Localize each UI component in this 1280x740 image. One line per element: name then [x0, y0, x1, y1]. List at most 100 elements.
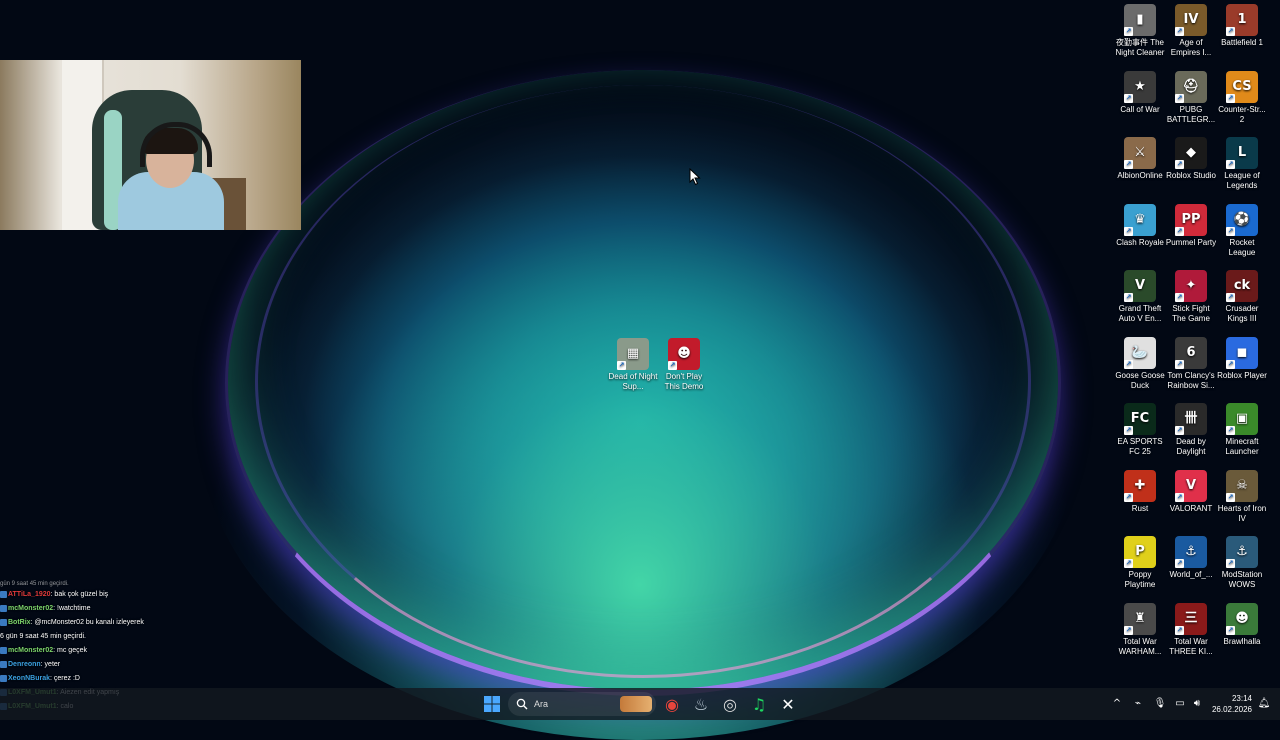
desktop-icon[interactable]: 卌 ↗ Dead by Daylight [1165, 403, 1217, 457]
chat-username: ATTiLa_1920 [8, 591, 51, 598]
chat-message: BotRix: @mcMonster02 bu kanalı izleyerek [0, 616, 300, 630]
shortcut-arrow-icon: ↗ [1226, 293, 1235, 302]
app-icon: V ↗ [1175, 469, 1207, 502]
app-icon: ck ↗ [1226, 270, 1258, 302]
search-highlight-art [620, 696, 652, 712]
desktop-icon-label: Crusader Kings III [1225, 304, 1259, 323]
display-icon[interactable]: ▭ [1173, 697, 1187, 711]
search-icon [516, 698, 528, 710]
app-icon: 6 ↗ [1175, 336, 1207, 369]
desktop-icon[interactable]: ⚓ ↗ World_of_... [1165, 536, 1217, 580]
chat-text: 6 gün 9 saat 45 min geçirdi. [0, 633, 86, 640]
spotify-taskbar-button[interactable]: ♫ [747, 692, 771, 716]
app-icon: ◆ ↗ [1175, 137, 1207, 169]
shortcut-arrow-icon: ↗ [1124, 27, 1133, 36]
desktop-icon[interactable]: ck ↗ Crusader Kings III [1216, 270, 1268, 324]
desktop-icon-label: Roblox Studio [1166, 171, 1216, 180]
desktop-icon[interactable]: ✦ ↗ Stick Fight The Game [1165, 270, 1217, 324]
shortcut-arrow-icon: ↗ [1226, 359, 1235, 369]
app-icon: ☻ ↗ [668, 338, 700, 370]
desktop-icon[interactable]: ⚓ ↗ ModStation WOWS [1216, 536, 1268, 590]
taskbar-clock[interactable]: 23:14 26.02.2026 [1206, 693, 1252, 715]
notification-icon[interactable]: 🔔︎ [1257, 697, 1271, 711]
chat-text: : mc geçek [53, 647, 87, 654]
taskbar-search[interactable]: Ara [508, 692, 656, 716]
desktop-icon[interactable]: ◼ ↗ Roblox Player [1216, 336, 1268, 381]
desktop-icon[interactable]: 三 ↗ Total War THREE KI... [1165, 602, 1217, 657]
desktop-icon[interactable]: ★ ↗ Call of War [1114, 70, 1166, 115]
shortcut-arrow-icon: ↗ [1124, 359, 1133, 369]
desktop-icon[interactable]: ⛑ ↗ PUBG BATTLEGR... [1165, 70, 1217, 125]
chat-message: 6 gün 9 saat 45 min geçirdi. [0, 630, 300, 644]
app-icon: 三 ↗ [1175, 602, 1207, 635]
chat-badge-icon [0, 604, 7, 612]
shortcut-arrow-icon: ↗ [1175, 559, 1184, 568]
desktop-icon[interactable]: FC ↗ EA SPORTS FC 25 [1114, 403, 1166, 457]
capcut-taskbar-button[interactable]: ✕ [776, 692, 800, 716]
tray-overflow-chevron-icon[interactable]: ^ [1110, 697, 1124, 711]
desktop-icon[interactable]: IV ↗ Age of Empires I... [1165, 4, 1217, 58]
chat-username: mcMonster02 [8, 605, 54, 612]
shortcut-arrow-icon: ↗ [1175, 93, 1184, 103]
desktop-icon[interactable]: ◆ ↗ Roblox Studio [1165, 137, 1217, 181]
desktop-icon[interactable]: ⚽ ↗ Rocket League [1216, 203, 1268, 258]
steam-taskbar-button[interactable]: ♨ [689, 692, 713, 716]
desktop-icon[interactable]: L ↗ League of Legends [1216, 137, 1268, 191]
desktop-icon[interactable]: ♜ ↗ Total War WARHAM... [1114, 602, 1166, 657]
valorant-tracker-taskbar-button[interactable]: ◎ [718, 692, 742, 716]
shortcut-arrow-icon: ↗ [1226, 625, 1235, 635]
desktop-icon-label: Brawlhalla [1223, 636, 1261, 646]
app-icon: ♜ ↗ [1124, 602, 1156, 635]
shortcut-arrow-icon: ↗ [1124, 492, 1133, 502]
desktop-icon-label: Tom Clancy's Rainbow Si... [1167, 370, 1215, 390]
desktop-icon[interactable]: ☻ ↗ Don't Play This Demo [658, 338, 710, 392]
chat-badge-icon [0, 618, 7, 626]
chat-text: : bak çok güzel biş [50, 591, 109, 598]
volume-icon[interactable]: 🔊︎ [1190, 697, 1204, 711]
shortcut-arrow-icon: ↗ [1226, 93, 1235, 103]
shortcut-arrow-icon: ↗ [1124, 559, 1133, 568]
desktop-icon[interactable]: ✚ ↗ Rust [1114, 469, 1166, 514]
chrome-taskbar-button[interactable]: ◉ [660, 692, 684, 716]
desktop-icon[interactable]: ▮ ↗ 夜勤事件 The Night Cleaner [1114, 4, 1166, 58]
desktop-icon-label: Call of War [1120, 104, 1160, 114]
desktop-icon[interactable]: 🦢 ↗ Goose Goose Duck [1114, 336, 1166, 391]
desktop-icon-label: ModStation WOWS [1221, 570, 1263, 589]
desktop-icon-label: Age of Empires I... [1170, 38, 1212, 57]
chat-message: mcMonster02: !watchtime [0, 602, 300, 616]
desktop-icon[interactable]: ▣ ↗ Minecraft Launcher [1216, 403, 1268, 457]
desktop-icon[interactable]: ♛ ↗ Clash Royale [1114, 203, 1166, 248]
desktop-icon-label: EA SPORTS FC 25 [1117, 437, 1163, 456]
app-icon: ▣ ↗ [1226, 403, 1258, 435]
chat-message: ATTiLa_1920: bak çok güzel biş [0, 588, 300, 602]
desktop-icon[interactable]: PP ↗ Pummel Party [1165, 203, 1217, 248]
desktop-icon[interactable]: ☠ ↗ Hearts of Iron IV [1216, 469, 1268, 524]
desktop-icon-label: PUBG BATTLEGR... [1166, 104, 1216, 124]
shortcut-arrow-icon: ↗ [1124, 160, 1133, 169]
network-icon[interactable]: ⌁ [1131, 697, 1145, 711]
desktop-icon-label: Roblox Player [1217, 370, 1267, 380]
desktop-icon[interactable]: P ↗ Poppy Playtime [1114, 536, 1166, 590]
desktop-icon[interactable]: V ↗ Grand Theft Auto V En... [1114, 270, 1166, 324]
start-button[interactable] [480, 692, 504, 716]
desktop-icon[interactable]: V ↗ VALORANT [1165, 469, 1217, 514]
shortcut-arrow-icon: ↗ [1175, 625, 1184, 635]
desktop-icon-label: World_of_... [1169, 570, 1213, 579]
desktop-icon[interactable]: ▦ ↗ Dead of Night Sup... [607, 338, 659, 392]
shortcut-arrow-icon: ↗ [1175, 293, 1184, 302]
shortcut-arrow-icon: ↗ [1226, 559, 1235, 568]
desktop-icon-label: 夜勤事件 The Night Cleaner [1115, 38, 1165, 57]
desktop-icon[interactable]: ☻ ↗ Brawlhalla [1216, 602, 1268, 647]
chat-username: BotRix [8, 619, 31, 626]
app-icon: ⚓ ↗ [1175, 536, 1207, 568]
desktop-icon[interactable]: CS ↗ Counter-Str... 2 [1216, 70, 1268, 125]
desktop-icon[interactable]: 6 ↗ Tom Clancy's Rainbow Si... [1165, 336, 1217, 391]
desktop-icon[interactable]: 1 ↗ Battlefield 1 [1216, 4, 1268, 48]
desktop-icon[interactable]: ⚔ ↗ AlbionOnline [1114, 137, 1166, 181]
desktop-icon-label: League of Legends [1224, 171, 1260, 190]
app-icon: ◼ ↗ [1226, 336, 1258, 369]
app-icon: ✚ ↗ [1124, 469, 1156, 502]
microphone-icon[interactable]: 🎙︎ [1153, 697, 1167, 711]
app-icon: ⚔ ↗ [1124, 137, 1156, 169]
desktop-icon-label: Clash Royale [1116, 237, 1164, 247]
